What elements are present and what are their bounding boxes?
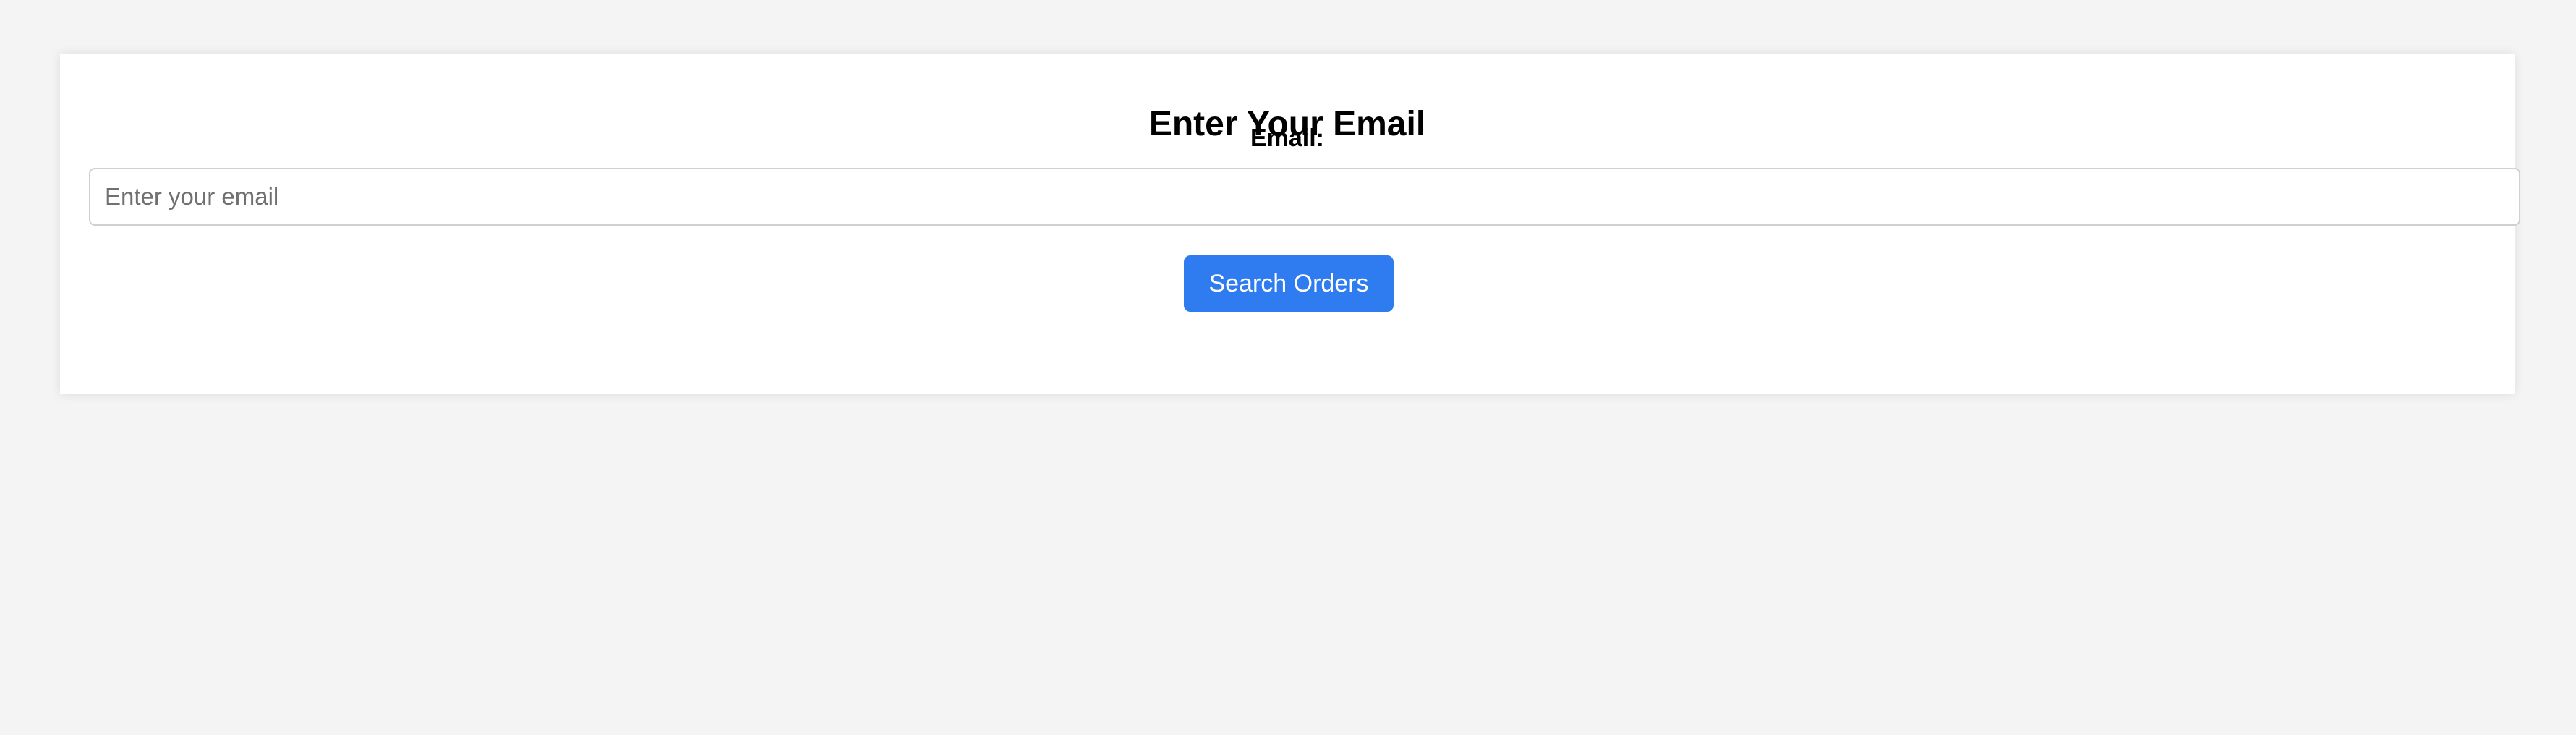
search-orders-button[interactable]: Search Orders xyxy=(1184,255,1394,312)
email-input[interactable] xyxy=(89,168,2520,226)
email-label: Email: xyxy=(1250,124,1325,152)
email-form-card: Enter Your Email Email: Search Orders xyxy=(60,54,2520,394)
